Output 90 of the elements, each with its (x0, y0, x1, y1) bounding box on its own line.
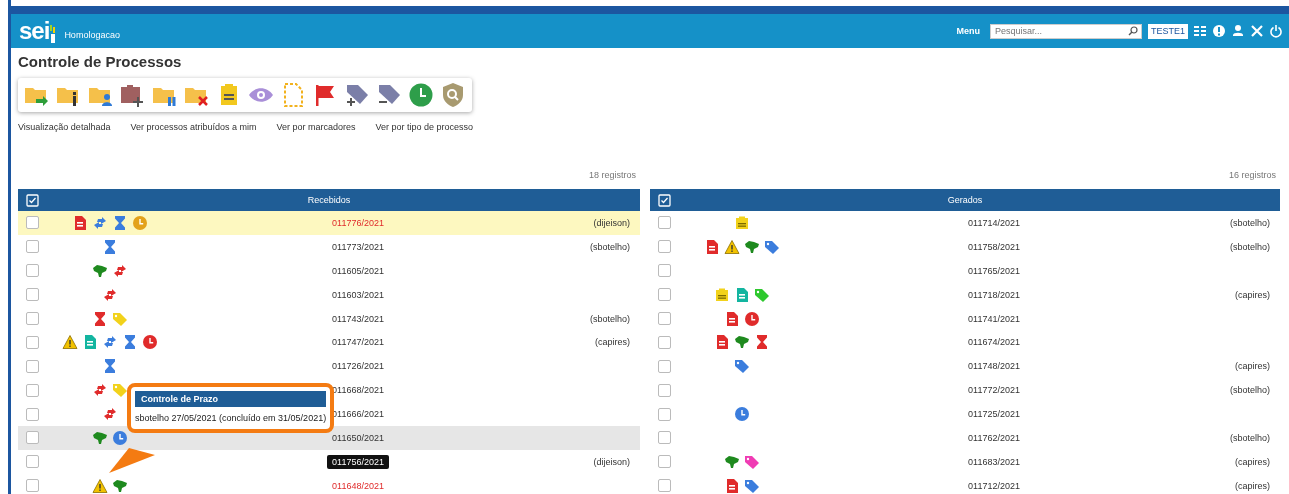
process-link[interactable]: 011725/2021 (968, 409, 1020, 420)
row-checkbox[interactable] (658, 216, 671, 230)
environment-label: Homologacao (64, 30, 120, 40)
user-name: (sbotelho) (1229, 241, 1270, 252)
user-name: (capires) (1235, 456, 1270, 467)
page-title: Controle de Processos (18, 53, 183, 70)
view-link[interactable]: Ver por tipo de processo (375, 122, 474, 132)
info-icon[interactable] (1212, 24, 1226, 38)
process-link[interactable]: 011773/2021 (332, 241, 384, 252)
process-link[interactable]: 011762/2021 (968, 432, 1020, 443)
search-icon[interactable] (1128, 26, 1138, 36)
record-count: 18 registros (587, 170, 637, 182)
row-checkbox[interactable] (26, 335, 39, 349)
table-title: Gerados (947, 195, 983, 205)
user-icon[interactable] (1231, 24, 1245, 38)
select-all-icon[interactable] (658, 193, 671, 207)
row-checkbox[interactable] (658, 383, 671, 397)
user-name: (sbotelho) (1229, 217, 1270, 228)
process-link[interactable]: 011756/2021 (327, 454, 389, 469)
menu-link[interactable]: Menu (956, 26, 980, 36)
tooltip-title: Controle de Prazo (135, 391, 327, 408)
user-name: (sbotelho) (589, 313, 630, 324)
process-link[interactable]: 011748/2021 (968, 361, 1020, 372)
pointer-arrow (108, 446, 156, 475)
record-count: 16 registros (1227, 170, 1277, 182)
process-link[interactable]: 011747/2021 (332, 337, 384, 348)
process-link[interactable]: 011758/2021 (968, 241, 1020, 252)
process-link[interactable]: 011603/2021 (332, 289, 384, 300)
process-link[interactable]: 011666/2021 (332, 409, 384, 420)
logo-mark-icon (50, 25, 57, 43)
user-name: (dijeison) (593, 217, 630, 228)
row-checkbox[interactable] (658, 312, 671, 325)
row-checkbox[interactable] (26, 431, 39, 445)
process-link[interactable]: 011683/2021 (968, 456, 1020, 467)
row-checkbox[interactable] (658, 288, 671, 302)
process-link[interactable]: 011712/2021 (968, 480, 1020, 491)
tag-plus-icon[interactable] (344, 82, 370, 108)
process-link[interactable]: 011674/2021 (968, 337, 1020, 348)
row-checkbox[interactable] (26, 383, 39, 397)
process-link[interactable]: 011726/2021 (332, 361, 384, 372)
user-name: (capires) (595, 337, 630, 348)
view-link[interactable]: Ver processos atribuídos a mim (130, 122, 257, 132)
row-checkbox[interactable] (26, 264, 39, 278)
process-link[interactable]: 011772/2021 (968, 385, 1020, 396)
row-checkbox[interactable] (658, 479, 671, 493)
row-checkbox[interactable] (26, 240, 39, 254)
select-all-icon[interactable] (26, 193, 39, 207)
row-checkbox[interactable] (658, 407, 671, 421)
shield-search-icon[interactable] (440, 82, 466, 108)
row-checkbox[interactable] (26, 455, 39, 469)
row-checkbox[interactable] (26, 216, 39, 230)
user-name: (capires) (1235, 289, 1270, 300)
power-icon[interactable] (1269, 24, 1283, 38)
user-name: (sbotelho) (1229, 385, 1270, 396)
row-checkbox[interactable] (658, 335, 671, 349)
row-checkbox[interactable] (26, 312, 39, 325)
clock-icon[interactable] (408, 82, 434, 108)
table-title: Recebidos (307, 195, 351, 205)
row-checkbox[interactable] (658, 359, 671, 373)
view-link[interactable]: Ver por marcadores (276, 122, 356, 132)
process-link[interactable]: 011765/2021 (968, 265, 1020, 276)
process-link[interactable]: 011741/2021 (968, 313, 1020, 324)
row-checkbox[interactable] (658, 264, 671, 278)
row-checkbox[interactable] (26, 288, 39, 302)
logo[interactable]: sei (19, 19, 50, 43)
row-checkbox[interactable] (658, 240, 671, 254)
process-link[interactable]: 011718/2021 (968, 289, 1020, 300)
user-name: (capires) (1235, 361, 1270, 372)
grid-icon[interactable] (1193, 24, 1207, 38)
search-field[interactable]: Pesquisar... (990, 23, 1142, 39)
process-link[interactable]: 011605/2021 (332, 265, 384, 276)
process-link[interactable]: 011648/2021 (332, 480, 384, 491)
row-checkbox[interactable] (26, 407, 39, 421)
user-name: (sbotelho) (589, 241, 630, 252)
row-checkbox[interactable] (658, 431, 671, 445)
process-link[interactable]: 011776/2021 (332, 217, 384, 228)
user-name: (capires) (1235, 480, 1270, 491)
row-checkbox[interactable] (26, 479, 39, 493)
user-name: (sbotelho) (1229, 432, 1270, 443)
process-link[interactable]: 011650/2021 (332, 432, 384, 443)
folder-plus-icon[interactable] (120, 82, 146, 108)
row-checkbox[interactable] (26, 359, 39, 373)
row-checkbox[interactable] (658, 455, 671, 469)
process-link[interactable]: 011743/2021 (332, 313, 384, 324)
view-link[interactable]: Visualização detalhada (18, 122, 111, 132)
unit-button[interactable]: TESTE1 (1148, 23, 1188, 39)
user-name: (dijeison) (593, 456, 630, 467)
process-link[interactable]: 011714/2021 (968, 217, 1020, 228)
tools-icon[interactable] (1250, 24, 1264, 38)
tooltip-text: sbotelho 27/05/2021 (concluído em 31/05/2021) (135, 413, 327, 424)
